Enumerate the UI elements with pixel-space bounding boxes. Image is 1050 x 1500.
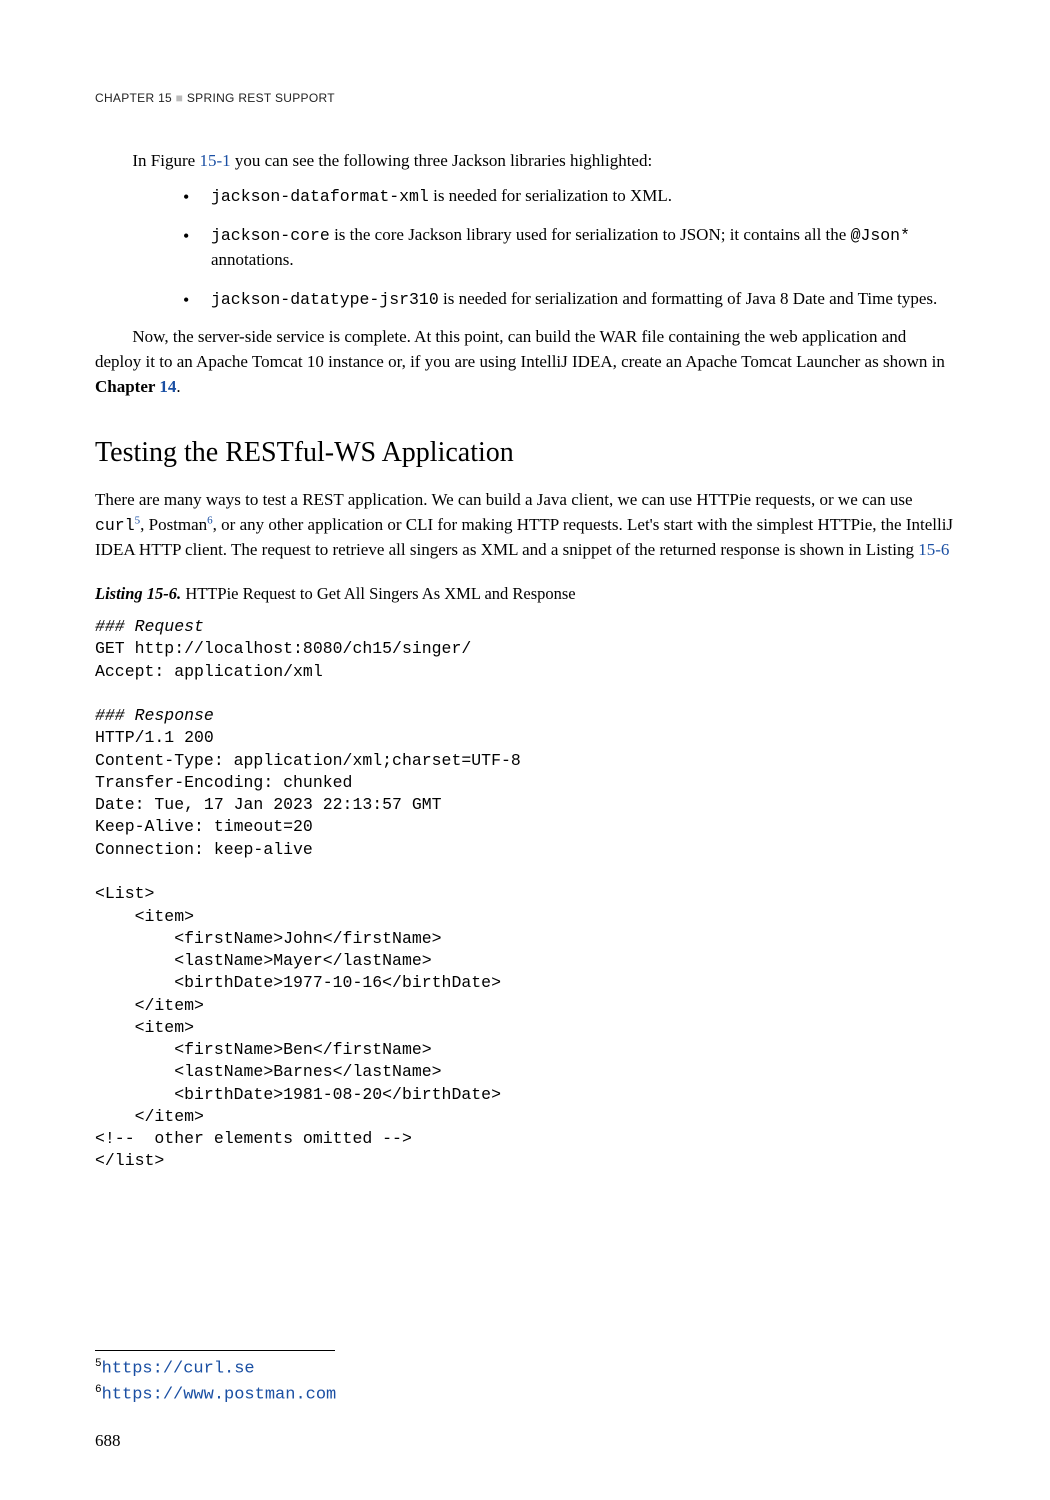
code-token: jackson-dataformat-xml — [211, 187, 429, 206]
footnotes: 5https://curl.se 6https://www.postman.co… — [95, 1350, 955, 1410]
code-lines: HTTP/1.1 200 Content-Type: application/x… — [95, 728, 521, 858]
body-paragraph: Now, the server-side service is complete… — [95, 325, 955, 399]
figure-ref-link[interactable]: 15-1 — [199, 151, 230, 170]
footnote-link[interactable]: https://curl.se — [102, 1359, 255, 1378]
page: Chapter 15 ■ Spring Rest Support In Figu… — [0, 0, 1050, 1500]
para2-period: . — [176, 377, 180, 396]
header-separator-icon: ■ — [176, 91, 184, 105]
bullet-list: jackson-dataformat-xml is needed for ser… — [95, 184, 955, 311]
header-title: Spring Rest Support — [187, 91, 335, 105]
intro-text-b: you can see the following three Jackson … — [231, 151, 653, 170]
intro-text-a: In Figure — [132, 151, 199, 170]
code-token: curl — [95, 516, 135, 535]
code-line: Accept: application/xml — [95, 662, 323, 681]
p3-b: , Postman — [140, 515, 207, 534]
bullet-text-b: annotations. — [211, 250, 294, 269]
header-chapter: Chapter 15 — [95, 91, 172, 105]
chapter-ref-link[interactable]: 14 — [159, 377, 176, 396]
code-token: jackson-core — [211, 226, 330, 245]
code-xml: <List> <item> <firstName>John</firstName… — [95, 884, 501, 1170]
bullet-text: is needed for serialization and formatti… — [439, 289, 938, 308]
footnote-mark: 5 — [95, 1358, 102, 1370]
footnote-link[interactable]: https://www.postman.com — [102, 1386, 337, 1405]
code-line: GET http://localhost:8080/ch15/singer/ — [95, 639, 471, 658]
footnote-rule — [95, 1350, 335, 1351]
listing-caption-text: HTTPie Request to Get All Singers As XML… — [181, 584, 575, 603]
code-comment: ### Request — [95, 617, 204, 636]
bullet-text: is needed for serialization to XML. — [429, 186, 672, 205]
chapter-word: Chapter — [95, 377, 159, 396]
listing-label: Listing 15-6. — [95, 584, 181, 603]
page-number: 688 — [95, 1429, 121, 1454]
body-paragraph: There are many ways to test a REST appli… — [95, 488, 955, 562]
bullet-text-a: is the core Jackson library used for ser… — [330, 225, 851, 244]
code-block: ### Request GET http://localhost:8080/ch… — [95, 616, 955, 1173]
footnote-5: 5https://curl.se — [95, 1357, 955, 1382]
list-item: jackson-core is the core Jackson library… — [183, 223, 955, 273]
listing-ref-link[interactable]: 15-6 — [918, 540, 949, 559]
para2-a: Now, the server-side service is complete… — [95, 327, 945, 371]
code-token: @Json* — [851, 226, 910, 245]
listing-caption: Listing 15-6. HTTPie Request to Get All … — [95, 582, 955, 606]
section-heading: Testing the RESTful-WS Application — [95, 433, 955, 474]
p3-a: There are many ways to test a REST appli… — [95, 490, 913, 509]
list-item: jackson-dataformat-xml is needed for ser… — [183, 184, 955, 209]
p3-c: , or any other application or CLI for ma… — [95, 515, 953, 559]
footnote-mark: 6 — [95, 1384, 102, 1396]
running-header: Chapter 15 ■ Spring Rest Support — [95, 90, 955, 107]
intro-paragraph: In Figure 15-1 you can see the following… — [95, 149, 955, 174]
code-token: jackson-datatype-jsr310 — [211, 290, 439, 309]
code-comment: ### Response — [95, 706, 214, 725]
footnote-6: 6https://www.postman.com — [95, 1383, 955, 1408]
list-item: jackson-datatype-jsr310 is needed for se… — [183, 287, 955, 312]
